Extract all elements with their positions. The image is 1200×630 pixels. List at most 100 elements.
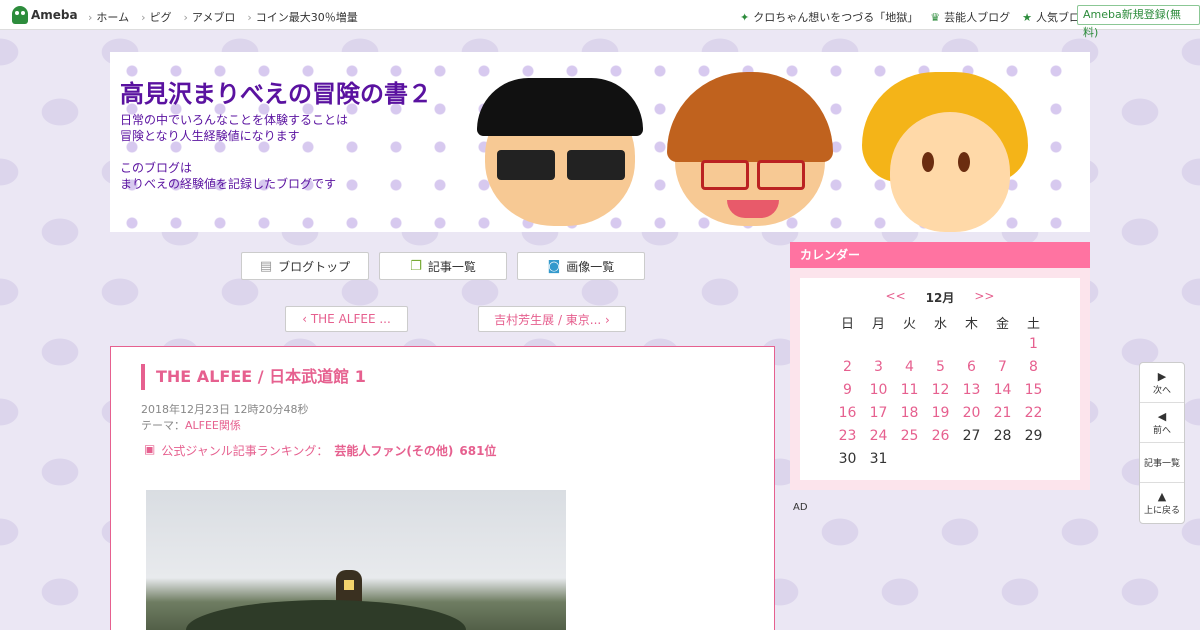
article-theme: テーマ：ALFEE関係 xyxy=(141,417,241,433)
calendar-day[interactable]: 14 xyxy=(987,382,1018,400)
float-article-list-label: 記事一覧 xyxy=(1143,459,1180,469)
article-list-label: 記事一覧 xyxy=(427,259,476,274)
blog-desc-line: このブログは xyxy=(120,161,193,175)
blog-title[interactable]: 高見沢まりべえの冒険の書２ xyxy=(120,74,432,109)
blog-desc-line xyxy=(120,144,348,160)
float-article-list-button[interactable]: 記事一覧 xyxy=(1140,443,1184,483)
calendar-day[interactable]: 26 xyxy=(925,428,956,446)
calendar-widget: カレンダー << 12月 >> 日月火水木金土 1 2 3 4 5 6 7 8 9 10 11 12 13… xyxy=(790,242,1090,490)
calendar-day: 28 xyxy=(993,428,1012,444)
register-button[interactable]: Ameba新規登録(無料) xyxy=(1077,5,1200,39)
float-next-label: 次へ xyxy=(1152,385,1171,396)
article-ranking[interactable]: ▣ 公式ジャンル記事ランキング： 芸能人ファン(その他) 681位 xyxy=(144,442,496,459)
calendar-weekday: 土 xyxy=(1026,317,1040,332)
blog-top-button[interactable]: ▤ ブログトップ xyxy=(241,252,369,280)
play-right-icon: ▶ xyxy=(1157,369,1167,383)
camera-icon: ◙ xyxy=(547,258,561,274)
sparkle-icon: ✦ xyxy=(740,11,750,24)
calendar-day: 30 xyxy=(838,451,857,467)
calendar-day[interactable]: 12 xyxy=(925,382,956,400)
calendar-weekday: 月 xyxy=(871,317,885,332)
image-list-button[interactable]: ◙ 画像一覧 xyxy=(517,252,645,280)
calendar-day: 31 xyxy=(869,451,888,467)
calendar-empty-cell xyxy=(956,336,987,354)
blog-desc-line: 日常の中でいろんなことを体験することは xyxy=(120,113,349,127)
article-date: 2018年12月23日 12時20分48秒 xyxy=(141,403,309,416)
calendar-day[interactable]: 2 xyxy=(832,359,863,377)
calendar-day[interactable]: 6 xyxy=(956,359,987,377)
crown-icon: ♛ xyxy=(930,11,941,24)
calendar-day[interactable]: 7 xyxy=(987,359,1018,377)
calendar-day[interactable]: 10 xyxy=(863,382,894,400)
blog-desc-line: 冒険となり人生経験値になります xyxy=(120,129,300,143)
next-article-button[interactable]: 吉村芳生展 / 東京... › xyxy=(478,306,626,332)
arrow-up-icon: ▲ xyxy=(1157,490,1167,503)
play-left-icon: ◀ xyxy=(1157,409,1167,423)
calendar-day[interactable]: 16 xyxy=(832,405,863,423)
calendar-day[interactable]: 21 xyxy=(987,405,1018,423)
ranking-label: 公式ジャンル記事ランキング： xyxy=(161,444,329,458)
calendar-day[interactable]: 17 xyxy=(863,405,894,423)
nav-link-pigg[interactable]: ピグ xyxy=(141,9,171,25)
calendar-day[interactable]: 9 xyxy=(832,382,863,400)
global-header: Ameba ホーム ピグ アメブロ コイン最大30％増量 ✦クロちゃん想いをつづ… xyxy=(0,0,1200,39)
image-list-label: 画像一覧 xyxy=(566,259,615,274)
blog-top-label: ブログトップ xyxy=(278,259,351,274)
calendar-empty-cell xyxy=(925,336,956,354)
star-icon: ★ xyxy=(1022,11,1032,24)
ad-label: AD xyxy=(793,502,808,513)
calendar-day[interactable]: 4 xyxy=(894,359,925,377)
ameba-logo[interactable]: Ameba xyxy=(12,6,78,24)
nav-link-ameblo[interactable]: アメブロ xyxy=(183,9,235,25)
article-photo[interactable] xyxy=(146,490,566,630)
calendar-day[interactable]: 1 xyxy=(1018,336,1049,354)
article-theme-label: テーマ： xyxy=(141,419,185,432)
ranking-icon: ▣ xyxy=(144,442,156,456)
calendar-weekday: 金 xyxy=(995,317,1009,332)
calendar-weekday: 木 xyxy=(964,317,978,332)
blog-header[interactable]: 高見沢まりべえの冒険の書２ 日常の中でいろんなことを体験することは 冒険となり人… xyxy=(110,52,1090,232)
ranking-genre: 芸能人ファン(その他) xyxy=(334,444,454,458)
calendar-prev-month[interactable]: << xyxy=(886,289,906,306)
calendar-day[interactable]: 22 xyxy=(1018,405,1049,423)
document-icon: ▤ xyxy=(259,258,273,274)
calendar-weekday: 日 xyxy=(840,317,854,332)
blog-description: 日常の中でいろんなことを体験することは 冒険となり人生経験値になります このブロ… xyxy=(120,112,348,192)
ranking-rank: 681位 xyxy=(459,444,497,458)
prev-article-button[interactable]: ‹ THE ALFEE ... xyxy=(285,306,408,332)
calendar-day[interactable]: 18 xyxy=(894,405,925,423)
calendar-day[interactable]: 13 xyxy=(956,382,987,400)
float-prev-button[interactable]: ◀ 前へ xyxy=(1140,403,1184,443)
nav-link-home[interactable]: ホーム xyxy=(88,9,129,25)
float-next-button[interactable]: ▶ 次へ xyxy=(1140,363,1184,403)
calendar-empty-cell xyxy=(832,336,863,354)
calendar-header: カレンダー xyxy=(790,242,1090,268)
float-top-button[interactable]: ▲ 上に戻る xyxy=(1140,483,1184,523)
calendar-day[interactable]: 8 xyxy=(1018,359,1049,377)
calendar-day[interactable]: 24 xyxy=(863,428,894,446)
nav-link-coin[interactable]: コイン最大30％増量 xyxy=(247,9,358,25)
nav-link-celebrity-blog[interactable]: ♛ 芸能人ブログ xyxy=(930,9,1010,25)
calendar-day[interactable]: 15 xyxy=(1018,382,1049,400)
calendar-day[interactable]: 3 xyxy=(863,359,894,377)
calendar-day: 29 xyxy=(1024,428,1043,444)
calendar-day[interactable]: 23 xyxy=(832,428,863,446)
calendar-day[interactable]: 19 xyxy=(925,405,956,423)
calendar-day[interactable]: 25 xyxy=(894,428,925,446)
ameba-logo-text: Ameba xyxy=(31,8,78,22)
calendar-day[interactable]: 20 xyxy=(956,405,987,423)
global-nav-left: ホーム ピグ アメブロ コイン最大30％増量 xyxy=(88,9,370,25)
article-theme-link[interactable]: ALFEE関係 xyxy=(185,419,241,432)
calendar-day[interactable]: 11 xyxy=(894,382,925,400)
article-list-button[interactable]: ❐ 記事一覧 xyxy=(379,252,507,280)
calendar-month: 12月 xyxy=(925,291,955,305)
header-illustration-face-2 xyxy=(665,72,835,232)
calendar-day[interactable]: 5 xyxy=(925,359,956,377)
article-title[interactable]: THE ALFEE / 日本武道館 1 xyxy=(141,364,366,390)
calendar-day: 27 xyxy=(962,428,981,444)
float-prev-label: 前へ xyxy=(1152,425,1171,436)
nav-link-featured[interactable]: ✦ クロちゃん想いをつづる「地獄」 xyxy=(740,9,918,25)
calendar-next-month[interactable]: >> xyxy=(974,289,994,306)
calendar-empty-cell xyxy=(894,336,925,354)
ameba-logo-icon xyxy=(12,6,28,24)
